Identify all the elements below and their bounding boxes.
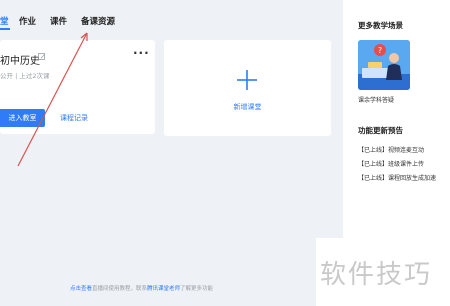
update-item: 【已上线】班级课件上传	[358, 161, 425, 168]
tutorial-link[interactable]: 点击查看	[70, 286, 92, 292]
enter-classroom-button[interactable]: 进入教室	[0, 109, 45, 127]
scenes-title: 更多教学场景	[358, 21, 403, 30]
course-card[interactable]: 初中历史 ··· 公开 | 上过2次课 进入教室 课程记录	[0, 40, 155, 134]
top-nav: 堂 作业 课件 备课资源	[0, 0, 343, 34]
plus-icon	[237, 70, 257, 90]
teacher-link[interactable]: 腾讯课堂老师	[147, 286, 180, 292]
hint-text-1: 直播间使用教程，联系	[92, 286, 148, 292]
edit-icon[interactable]	[38, 53, 46, 61]
tab-courseware[interactable]: 课件	[50, 15, 67, 27]
course-title: 初中历史	[0, 56, 40, 67]
course-record-link[interactable]: 课程记录	[60, 113, 88, 123]
course-meta: 公开 | 上过2次课	[0, 72, 50, 80]
svg-text:?: ?	[378, 46, 382, 55]
watermark-text: 软件技巧	[320, 260, 433, 290]
hint-text-2: 了解更多功能	[180, 286, 214, 292]
tab-class[interactable]: 堂	[0, 15, 9, 27]
add-course-card[interactable]: 新增课堂	[164, 40, 331, 136]
watermark: 软件技巧	[316, 238, 450, 306]
add-course-label: 新增课堂	[233, 103, 262, 111]
tab-homework[interactable]: 作业	[19, 15, 36, 27]
update-item: 【已上线】课程回放生成加速	[358, 175, 437, 182]
scene-card-qa[interactable]: ?	[358, 40, 410, 90]
bottom-hint: 点击查看直播间使用教程，联系腾讯课堂老师了解更多功能	[70, 284, 213, 292]
teacher-illustration-icon: ?	[358, 40, 410, 90]
active-tab-indicator	[0, 28, 10, 30]
more-options-icon[interactable]: ···	[133, 46, 150, 60]
update-item: 【已上线】视频连麦互动	[358, 147, 425, 154]
updates-title: 功能更新预告	[358, 126, 403, 135]
tab-lesson-resources[interactable]: 备课资源	[81, 15, 115, 27]
scene-label: 课余学科答疑	[358, 97, 395, 104]
